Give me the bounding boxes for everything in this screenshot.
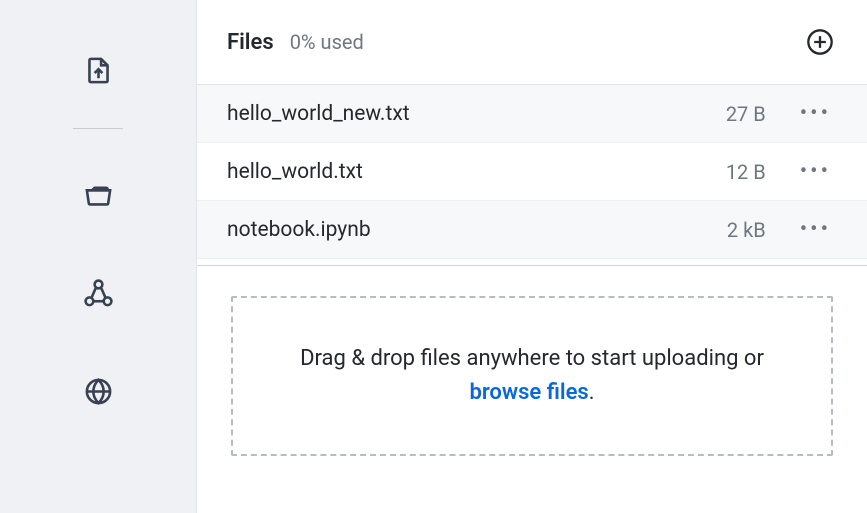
more-horizontal-icon[interactable]: ••• <box>794 217 837 242</box>
plus-circle-icon <box>806 28 834 56</box>
list-divider <box>197 265 867 266</box>
file-row[interactable]: notebook.ipynb 2 kB ••• <box>197 201 867 259</box>
file-row[interactable]: hello_world.txt 12 B ••• <box>197 143 867 201</box>
browse-files-link[interactable]: browse files <box>469 380 588 405</box>
files-panel: Files 0% used hello_world_new.txt 27 B •… <box>197 0 867 513</box>
file-size: 2 kB <box>708 218 766 242</box>
file-name: hello_world.txt <box>227 160 708 184</box>
files-usage: 0% used <box>290 30 364 54</box>
files-title: Files <box>227 30 274 55</box>
file-name: notebook.ipynb <box>227 218 708 242</box>
file-size: 12 B <box>708 160 766 184</box>
dropzone-lead: Drag & drop files anywhere to start uplo… <box>300 346 764 371</box>
more-horizontal-icon[interactable]: ••• <box>794 101 837 126</box>
share-nodes-icon[interactable] <box>68 263 128 323</box>
file-size: 27 B <box>708 102 766 126</box>
dropzone[interactable]: Drag & drop files anywhere to start uplo… <box>231 296 833 456</box>
sidebar-divider <box>73 128 123 129</box>
file-row[interactable]: hello_world_new.txt 27 B ••• <box>197 85 867 143</box>
file-list: hello_world_new.txt 27 B ••• hello_world… <box>197 85 867 259</box>
dropzone-tail: . <box>589 380 595 405</box>
files-header: Files 0% used <box>197 0 867 85</box>
sidebar-rail <box>0 0 197 513</box>
folder-open-icon[interactable] <box>68 165 128 225</box>
globe-icon[interactable] <box>68 361 128 421</box>
more-horizontal-icon[interactable]: ••• <box>794 159 837 184</box>
add-file-button[interactable] <box>803 25 837 59</box>
upload-file-icon[interactable] <box>68 40 128 100</box>
file-name: hello_world_new.txt <box>227 102 708 126</box>
